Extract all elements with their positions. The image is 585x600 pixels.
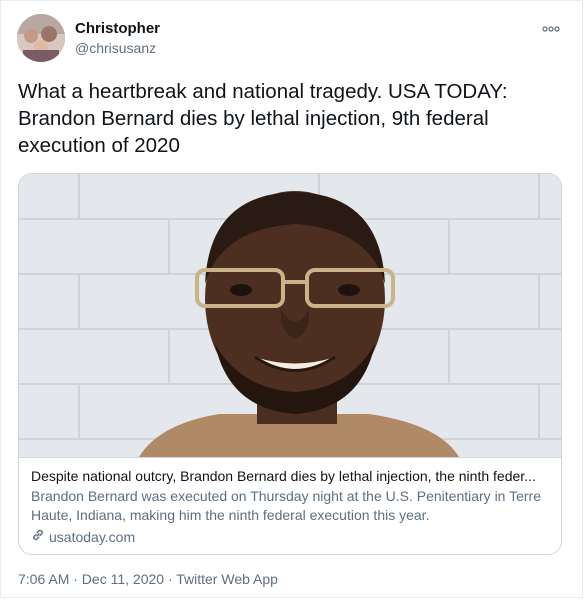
card-description: Brandon Bernard was executed on Thursday… [31, 488, 542, 523]
more-icon[interactable] [540, 21, 562, 37]
card-info[interactable]: Despite national outcry, Brandon Bernard… [19, 457, 561, 554]
tweet-text: What a heartbreak and national tragedy. … [18, 80, 508, 157]
author-handle[interactable]: @chrisusanz [75, 40, 156, 56]
card-domain-row[interactable]: usatoday.com [31, 527, 549, 547]
tweet-meta[interactable]: 7:06 AM · Dec 11, 2020 · Twitter Web App [18, 571, 278, 587]
card-domain: usatoday.com [49, 529, 136, 545]
card-image[interactable] [19, 174, 561, 457]
link-icon [31, 527, 45, 547]
link-card[interactable]: Despite national outcry, Brandon Bernard… [18, 173, 562, 555]
author-name[interactable]: Christopher [75, 20, 160, 37]
avatar[interactable] [17, 14, 65, 62]
card-title[interactable]: Despite national outcry, Brandon Bernard… [31, 466, 549, 486]
tweet: Christopher @chrisusanz What a heartbrea… [0, 0, 583, 598]
